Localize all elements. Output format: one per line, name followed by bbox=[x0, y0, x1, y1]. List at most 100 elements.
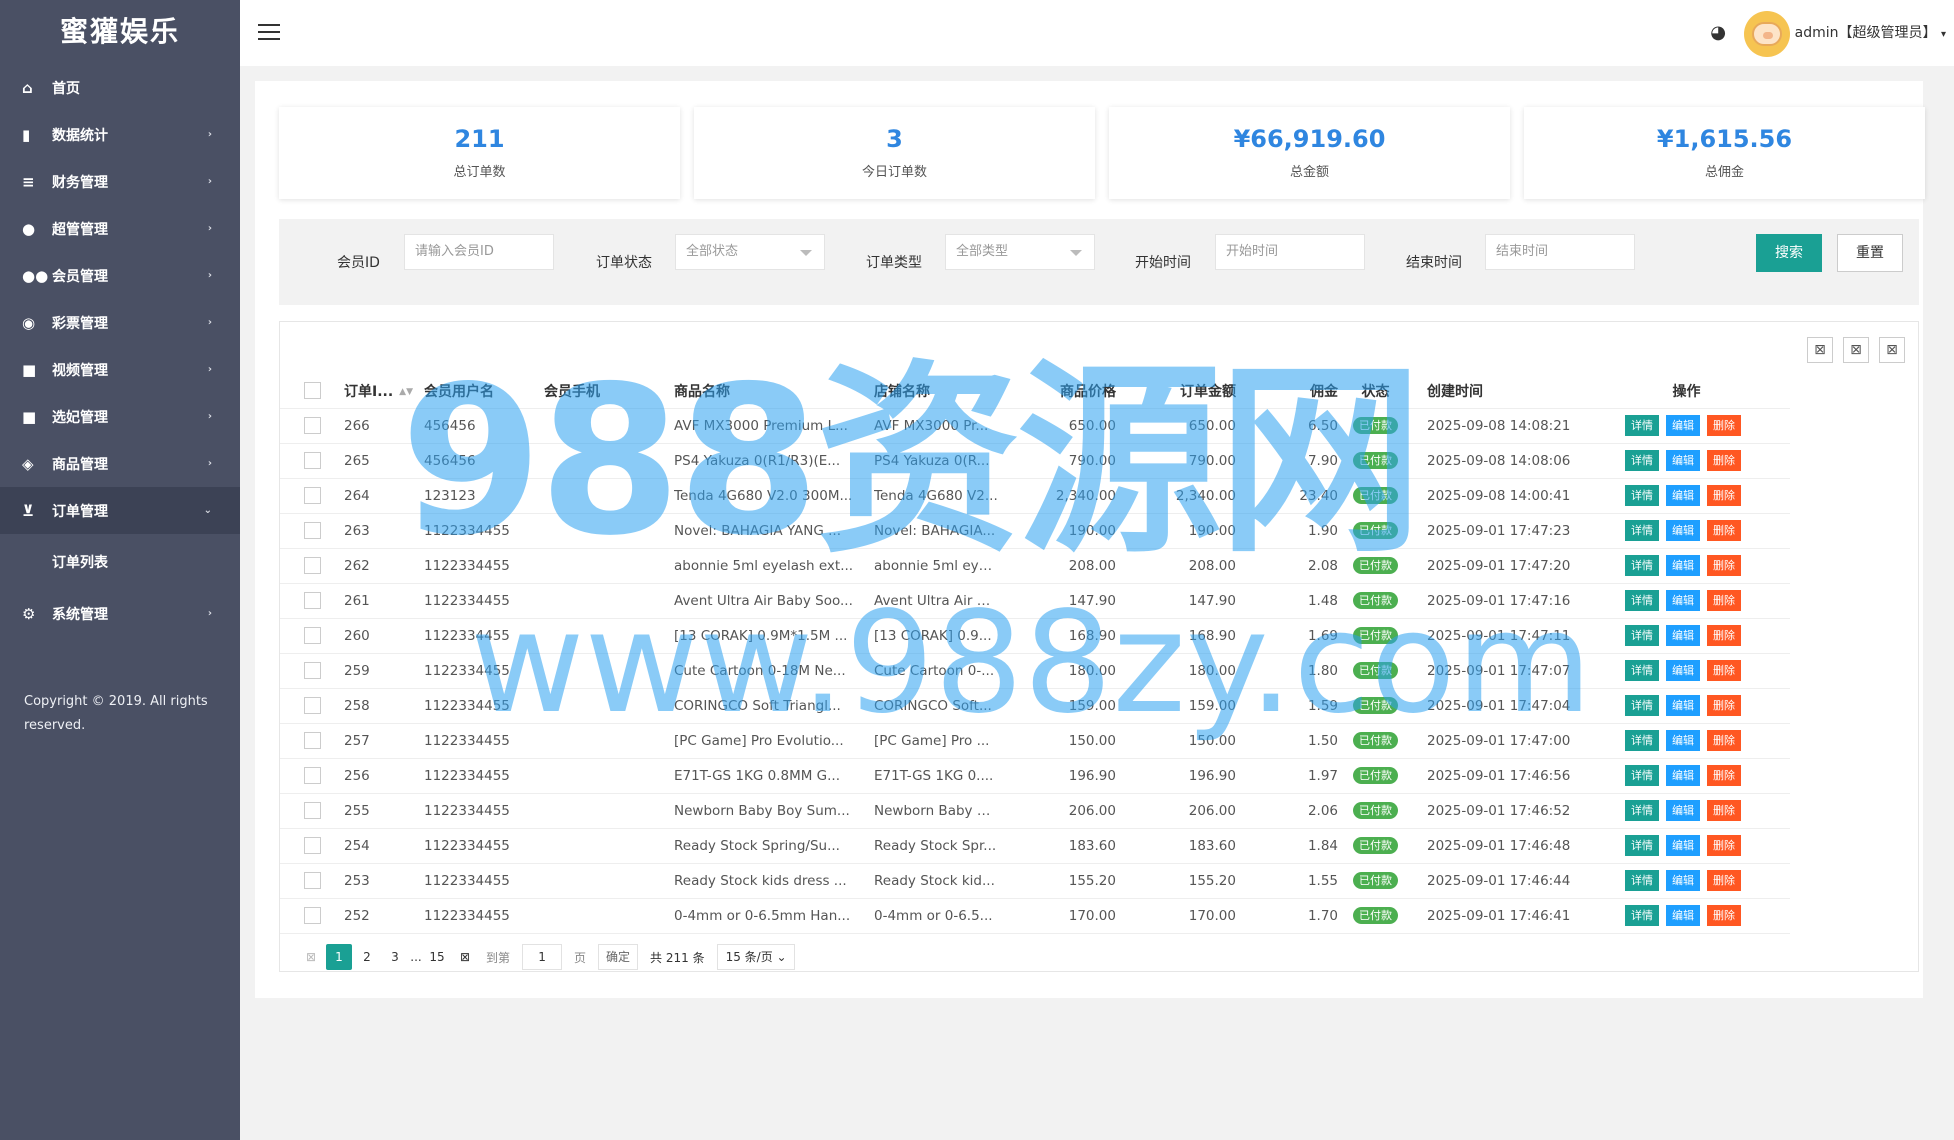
edit-button[interactable]: 编辑 bbox=[1666, 555, 1700, 576]
sidebar-item-videos[interactable]: ■ 视频管理 › bbox=[0, 346, 240, 393]
delete-button[interactable]: 删除 bbox=[1707, 555, 1741, 576]
edit-button[interactable]: 编辑 bbox=[1666, 730, 1700, 751]
edit-button[interactable]: 编辑 bbox=[1666, 835, 1700, 856]
edit-button[interactable]: 编辑 bbox=[1666, 415, 1700, 436]
page-2[interactable]: 2 bbox=[354, 944, 380, 970]
delete-button[interactable]: 删除 bbox=[1707, 905, 1741, 926]
edit-button[interactable]: 编辑 bbox=[1666, 485, 1700, 506]
search-button[interactable]: 搜索 bbox=[1756, 234, 1822, 272]
sidebar-item-admins[interactable]: ● 超管管理 › bbox=[0, 205, 240, 252]
row-checkbox[interactable] bbox=[280, 758, 344, 794]
delete-button[interactable]: 删除 bbox=[1707, 485, 1741, 506]
delete-button[interactable]: 删除 bbox=[1707, 520, 1741, 541]
delete-button[interactable]: 删除 bbox=[1707, 730, 1741, 751]
delete-button[interactable]: 删除 bbox=[1707, 590, 1741, 611]
page-1[interactable]: 1 bbox=[326, 944, 352, 970]
sidebar-item-selection[interactable]: ■ 选妃管理 › bbox=[0, 393, 240, 440]
row-checkbox[interactable] bbox=[280, 653, 344, 689]
export-icon[interactable]: ⊠ bbox=[1843, 337, 1869, 363]
sidebar-item-lottery[interactable]: ◉ 彩票管理 › bbox=[0, 299, 240, 346]
row-checkbox[interactable] bbox=[280, 583, 344, 619]
edit-button[interactable]: 编辑 bbox=[1666, 800, 1700, 821]
detail-button[interactable]: 详情 bbox=[1625, 660, 1659, 681]
end-time-input[interactable]: 结束时间 bbox=[1485, 234, 1635, 270]
delete-button[interactable]: 删除 bbox=[1707, 765, 1741, 786]
row-checkbox[interactable] bbox=[280, 898, 344, 934]
detail-button[interactable]: 详情 bbox=[1625, 520, 1659, 541]
page-size-select[interactable]: 15 条/页 ⌄ bbox=[716, 944, 795, 970]
edit-button[interactable]: 编辑 bbox=[1666, 695, 1700, 716]
palette-icon[interactable]: ◕ bbox=[1710, 22, 1726, 43]
row-checkbox[interactable] bbox=[280, 828, 344, 864]
edit-button[interactable]: 编辑 bbox=[1666, 450, 1700, 471]
detail-button[interactable]: 详情 bbox=[1625, 695, 1659, 716]
order-type-select[interactable]: 全部类型 bbox=[945, 234, 1095, 270]
status-badge: 已付款 bbox=[1353, 802, 1398, 819]
reset-button[interactable]: 重置 bbox=[1837, 234, 1903, 272]
goto-page-input[interactable]: 1 bbox=[522, 944, 563, 970]
row-checkbox[interactable] bbox=[280, 863, 344, 899]
delete-button[interactable]: 删除 bbox=[1707, 625, 1741, 646]
sidebar-item-orders[interactable]: ⊻ 订单管理 ⌄ bbox=[0, 487, 240, 534]
delete-button[interactable]: 删除 bbox=[1707, 870, 1741, 891]
detail-button[interactable]: 详情 bbox=[1625, 415, 1659, 436]
sidebar-item-members[interactable]: ●● 会员管理 › bbox=[0, 252, 240, 299]
delete-button[interactable]: 删除 bbox=[1707, 800, 1741, 821]
row-checkbox[interactable] bbox=[280, 443, 344, 479]
delete-button[interactable]: 删除 bbox=[1707, 450, 1741, 471]
edit-button[interactable]: 编辑 bbox=[1666, 520, 1700, 541]
cell-commission: 1.97 bbox=[1236, 758, 1338, 794]
delete-button[interactable]: 删除 bbox=[1707, 415, 1741, 436]
page-15[interactable]: 15 bbox=[424, 944, 450, 970]
sidebar-item-system[interactable]: ⚙ 系统管理 › bbox=[0, 590, 240, 637]
row-checkbox[interactable] bbox=[280, 478, 344, 514]
member-id-input[interactable]: 请输入会员ID bbox=[404, 234, 554, 270]
menu-toggle-icon[interactable] bbox=[258, 24, 280, 45]
detail-button[interactable]: 详情 bbox=[1625, 905, 1659, 926]
prev-page-icon[interactable]: ⊠ bbox=[298, 944, 324, 970]
goto-confirm-button[interactable]: 确定 bbox=[598, 944, 639, 970]
select-all-checkbox[interactable] bbox=[280, 374, 344, 409]
sidebar-subitem-order-list[interactable]: 订单列表 bbox=[0, 534, 240, 590]
sidebar-item-finance[interactable]: ≡ 财务管理 › bbox=[0, 158, 240, 205]
detail-button[interactable]: 详情 bbox=[1625, 555, 1659, 576]
order-status-select[interactable]: 全部状态 bbox=[675, 234, 825, 270]
page-3[interactable]: 3 bbox=[382, 944, 408, 970]
edit-button[interactable]: 编辑 bbox=[1666, 660, 1700, 681]
cell-amount: 183.60 bbox=[1116, 828, 1236, 864]
detail-button[interactable]: 详情 bbox=[1625, 765, 1659, 786]
sidebar-item-statistics[interactable]: ▮ 数据统计 › bbox=[0, 111, 240, 158]
print-icon[interactable]: ⊠ bbox=[1879, 337, 1905, 363]
detail-button[interactable]: 详情 bbox=[1625, 485, 1659, 506]
edit-button[interactable]: 编辑 bbox=[1666, 765, 1700, 786]
edit-button[interactable]: 编辑 bbox=[1666, 590, 1700, 611]
edit-button[interactable]: 编辑 bbox=[1666, 870, 1700, 891]
order-status-value: 全部状态 bbox=[686, 244, 739, 259]
row-checkbox[interactable] bbox=[280, 618, 344, 654]
avatar[interactable] bbox=[1744, 11, 1790, 57]
delete-button[interactable]: 删除 bbox=[1707, 695, 1741, 716]
edit-button[interactable]: 编辑 bbox=[1666, 625, 1700, 646]
delete-button[interactable]: 删除 bbox=[1707, 660, 1741, 681]
detail-button[interactable]: 详情 bbox=[1625, 450, 1659, 471]
row-checkbox[interactable] bbox=[280, 793, 344, 829]
delete-button[interactable]: 删除 bbox=[1707, 835, 1741, 856]
detail-button[interactable]: 详情 bbox=[1625, 835, 1659, 856]
detail-button[interactable]: 详情 bbox=[1625, 730, 1659, 751]
detail-button[interactable]: 详情 bbox=[1625, 590, 1659, 611]
row-checkbox[interactable] bbox=[280, 408, 344, 444]
row-checkbox[interactable] bbox=[280, 513, 344, 549]
detail-button[interactable]: 详情 bbox=[1625, 800, 1659, 821]
detail-button[interactable]: 详情 bbox=[1625, 625, 1659, 646]
edit-button[interactable]: 编辑 bbox=[1666, 905, 1700, 926]
sidebar-item-home[interactable]: ⌂ 首页 bbox=[0, 64, 240, 111]
filter-columns-icon[interactable]: ⊠ bbox=[1807, 337, 1833, 363]
user-menu[interactable]: admin【超级管理员】 ▾ bbox=[1795, 22, 1946, 42]
start-time-input[interactable]: 开始时间 bbox=[1215, 234, 1365, 270]
detail-button[interactable]: 详情 bbox=[1625, 870, 1659, 891]
row-checkbox[interactable] bbox=[280, 688, 344, 724]
sidebar-item-products[interactable]: ◈ 商品管理 › bbox=[0, 440, 240, 487]
next-page-icon[interactable]: ⊠ bbox=[452, 944, 478, 970]
row-checkbox[interactable] bbox=[280, 548, 344, 584]
row-checkbox[interactable] bbox=[280, 723, 344, 759]
